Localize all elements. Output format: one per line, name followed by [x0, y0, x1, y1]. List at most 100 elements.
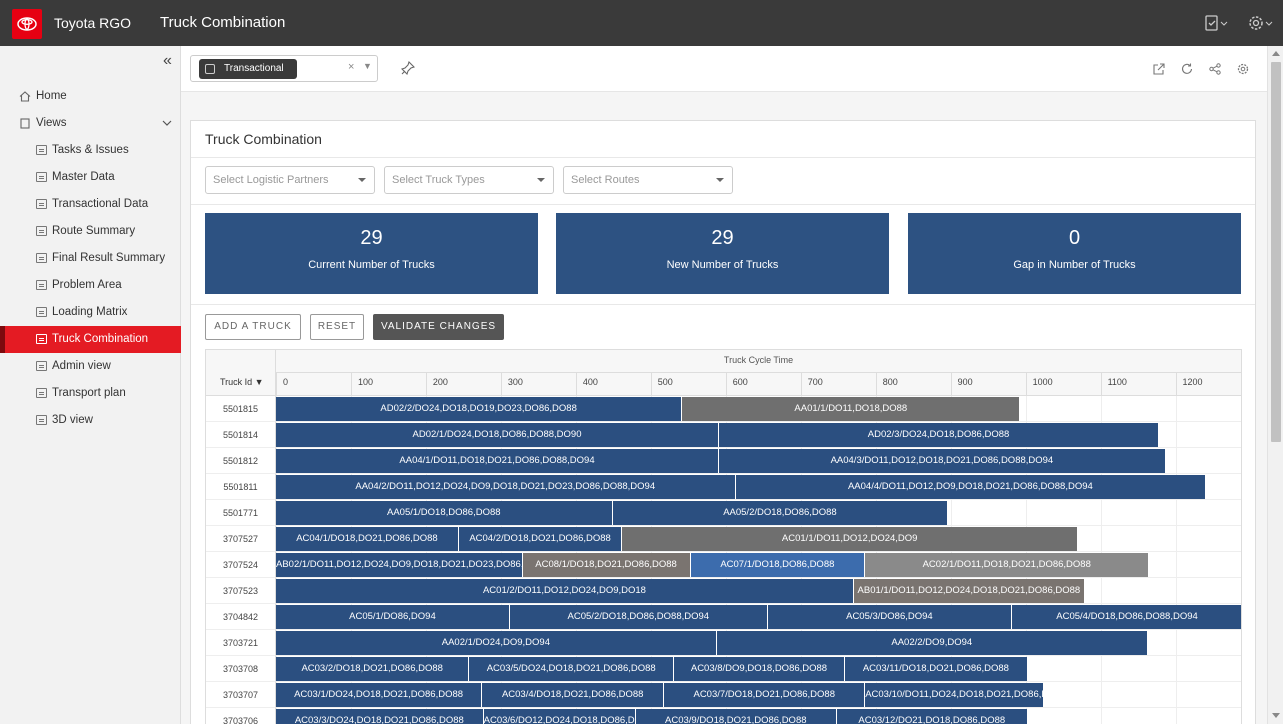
sidebar-item-truck-combination[interactable]: Truck Combination: [0, 326, 181, 353]
truck-id-sort-header[interactable]: Truck Id ▼: [220, 377, 264, 387]
trip-bar[interactable]: AC03/6/DO12,DO24,DO18,DO86,DO88: [483, 709, 636, 724]
scroll-up-arrow[interactable]: [1272, 51, 1280, 56]
trip-bar[interactable]: AC03/2/DO18,DO21,DO86,DO88: [276, 657, 470, 681]
trip-bar[interactable]: AB02/1/DO11,DO12,DO24,DO9,DO18,DO21,DO23…: [276, 553, 523, 577]
scroll-down-arrow[interactable]: [1272, 713, 1280, 718]
clipboard-check-icon[interactable]: [1205, 14, 1229, 32]
trip-bar[interactable]: AC04/1/DO18,DO21,DO86,DO88: [276, 527, 459, 551]
trip-bar[interactable]: AA02/2/DO9,DO94: [716, 631, 1148, 655]
sidebar-item-problem-area[interactable]: Problem Area: [0, 272, 181, 299]
top-bar: Toyota RGO Truck Combination: [0, 0, 1283, 46]
views-icon: [20, 118, 30, 129]
trip-bar[interactable]: AA04/1/DO11,DO18,DO21,DO86,DO88,DO94: [276, 449, 720, 473]
chevron-down-icon: [162, 120, 172, 126]
toyota-logo[interactable]: [12, 9, 42, 39]
collapse-sidebar-icon[interactable]: «: [163, 52, 172, 70]
truck-types-select[interactable]: Select Truck Types: [384, 166, 554, 194]
refresh-icon[interactable]: [1181, 62, 1193, 80]
share-icon[interactable]: [1209, 62, 1221, 80]
settings-icon[interactable]: [1237, 62, 1249, 80]
select-placeholder: Select Truck Types: [392, 174, 485, 186]
trip-bar[interactable]: AC05/1/DO86,DO94: [276, 605, 510, 629]
scale-tick-0: 0: [276, 372, 288, 396]
sidebar-item-3d-view[interactable]: 3D view: [0, 407, 181, 434]
vertical-scrollbar[interactable]: [1267, 46, 1283, 724]
trip-bar[interactable]: AC03/4/DO18,DO21,DO86,DO88: [482, 683, 665, 707]
truck-id-cell: 3703708: [206, 656, 276, 682]
trip-bar[interactable]: AC03/1/DO24,DO18,DO21,DO86,DO88: [276, 683, 483, 707]
trip-bar[interactable]: AC02/1/DO11,DO18,DO21,DO86,DO88: [865, 553, 1150, 577]
trip-bar[interactable]: AC01/1/DO11,DO12,DO24,DO9: [622, 527, 1079, 551]
truck-id-cell: 5501811: [206, 474, 276, 500]
sidebar-item-transport-plan[interactable]: Transport plan: [0, 380, 181, 407]
trip-bar[interactable]: AC05/2/DO18,DO86,DO88,DO94: [509, 605, 768, 629]
sidebar-item-transactional-data[interactable]: Transactional Data: [0, 191, 181, 218]
trip-bar[interactable]: AD02/1/DO24,DO18,DO86,DO88,DO90: [276, 423, 720, 447]
trip-bar[interactable]: AA04/3/DO11,DO12,DO18,DO21,DO86,DO88,DO9…: [719, 449, 1166, 473]
row-divider: [276, 629, 1241, 630]
trip-bar[interactable]: AC01/2/DO11,DO12,DO24,DO9,DO18: [276, 579, 854, 603]
trip-bar[interactable]: AC08/1/DO18,DO21,DO86,DO88: [522, 553, 691, 577]
truck-id-cell: 5501814: [206, 422, 276, 448]
scale-divider: [276, 372, 1241, 373]
trip-bar[interactable]: AC03/5/DO24,DO18,DO21,DO86,DO88: [469, 657, 675, 681]
trip-bar[interactable]: AC04/2/DO18,DO21,DO86,DO88: [458, 527, 623, 551]
routes-select[interactable]: Select Routes: [563, 166, 733, 194]
truck-id-cell: 3704842: [206, 604, 276, 630]
truck-cycle-grid: Truck Id ▼ Truck Cycle Time 0 100 200 300 40…: [205, 349, 1242, 724]
chevron-down-icon[interactable]: ▼: [363, 61, 372, 71]
sidebar-item-admin-view[interactable]: Admin view: [0, 353, 181, 380]
trip-bar[interactable]: AC03/10/DO11,DO24,DO18,DO21,DO86,DO88: [865, 683, 1044, 707]
scroll-thumb[interactable]: [1271, 62, 1281, 442]
validate-changes-button[interactable]: VALIDATE CHANGES: [373, 314, 504, 340]
sidebar-item-tasks-issues[interactable]: Tasks & Issues: [0, 137, 181, 164]
view-selector[interactable]: Transactional × ▼: [190, 55, 378, 82]
trip-bar[interactable]: AC03/7/DO18,DO21,DO86,DO88: [664, 683, 866, 707]
sidebar: « Home Views Tasks & Issues Master Data …: [0, 46, 181, 724]
trip-bar[interactable]: AC03/11/DO18,DO21,DO86,DO88: [844, 657, 1028, 681]
reset-button[interactable]: RESET: [310, 314, 364, 340]
trip-bar[interactable]: AA02/1/DO24,DO9,DO94: [276, 631, 717, 655]
trip-bar[interactable]: AA04/2/DO11,DO12,DO24,DO9,DO18,DO21,DO23…: [276, 475, 736, 499]
sidebar-item-master-data[interactable]: Master Data: [0, 164, 181, 191]
add-truck-button[interactable]: ADD A TRUCK: [205, 314, 301, 340]
trip-bar[interactable]: AC03/3/DO24,DO18,DO21,DO86,DO88: [276, 709, 484, 724]
sidebar-item-views[interactable]: Views: [0, 110, 181, 137]
logistic-partners-select[interactable]: Select Logistic Partners: [205, 166, 375, 194]
select-placeholder: Select Logistic Partners: [213, 174, 329, 186]
trip-bar[interactable]: AC03/12/DO21,DO18,DO86,DO88: [836, 709, 1028, 724]
trip-bar[interactable]: AA01/1/DO11,DO18,DO88: [682, 397, 1021, 421]
trip-bar[interactable]: AC03/9/DO18,DO21,DO86,DO88: [635, 709, 837, 724]
row-divider: [276, 577, 1241, 578]
sidebar-item-loading-matrix[interactable]: Loading Matrix: [0, 299, 181, 326]
sidebar-item-route-summary[interactable]: Route Summary: [0, 218, 181, 245]
trip-bar[interactable]: AC07/1/DO18,DO86,DO88: [690, 553, 866, 577]
scale-tick-300: 300: [500, 372, 523, 396]
row-divider: [276, 525, 1241, 526]
clear-icon[interactable]: ×: [348, 61, 354, 73]
gear-icon[interactable]: [1248, 14, 1273, 32]
scale-tick-1200: 1200: [1175, 372, 1203, 396]
trip-bar[interactable]: AB01/1/DO11,DO12,DO24,DO18,DO21,DO86,DO8…: [853, 579, 1085, 603]
view-chip-label: Transactional: [224, 63, 284, 74]
trip-bar[interactable]: AA05/1/DO18,DO86,DO88: [276, 501, 613, 525]
trip-bar[interactable]: AC05/3/DO86,DO94: [767, 605, 1013, 629]
trip-bar[interactable]: AC05/4/DO18,DO86,DO88,DO94: [1012, 605, 1241, 629]
sidebar-item-home[interactable]: Home: [0, 83, 181, 110]
trip-bar[interactable]: AC03/8/DO9,DO18,DO86,DO88: [674, 657, 845, 681]
divider: [191, 157, 1255, 158]
sidebar-item-label: Problem Area: [52, 279, 122, 291]
sidebar-item-label: Admin view: [52, 360, 111, 372]
chevron-down-icon: [716, 178, 724, 182]
transport-icon: [36, 388, 47, 398]
truck-id-cell: 5501815: [206, 396, 276, 422]
trip-bar[interactable]: AD02/3/DO24,DO18,DO86,DO88: [719, 423, 1160, 447]
sidebar-item-final-result-summary[interactable]: Final Result Summary: [0, 245, 181, 272]
open-external-icon[interactable]: [1153, 62, 1165, 80]
trip-bar[interactable]: AA05/2/DO18,DO86,DO88: [612, 501, 949, 525]
table-icon: [36, 415, 47, 425]
sidebar-item-label: Route Summary: [52, 225, 136, 237]
pin-icon[interactable]: [400, 60, 416, 80]
trip-bar[interactable]: AA04/4/DO11,DO12,DO9,DO18,DO21,DO86,DO88…: [735, 475, 1207, 499]
trip-bar[interactable]: AD02/2/DO24,DO18,DO19,DO23,DO86,DO88: [276, 397, 683, 421]
